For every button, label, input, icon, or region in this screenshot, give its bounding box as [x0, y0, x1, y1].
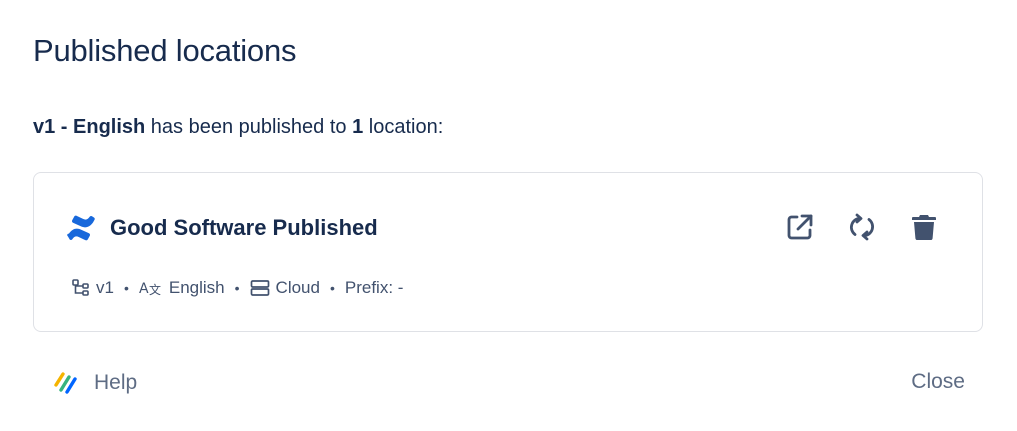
svg-text:文: 文 — [149, 282, 161, 297]
translate-icon: A 文 — [139, 279, 163, 297]
meta-version: v1 — [72, 278, 114, 298]
summary-end-text: location: — [363, 116, 444, 138]
delete-location-button[interactable] — [908, 211, 940, 243]
location-card: Good Software Published v1 • A 文 English… — [33, 172, 983, 332]
meta-platform: Cloud — [250, 278, 320, 298]
meta-separator: • — [123, 280, 129, 296]
published-locations-dialog: Published locations v1 - English has bee… — [0, 0, 1017, 431]
meta-version-label: v1 — [96, 278, 114, 297]
trash-icon — [912, 215, 936, 241]
external-link-icon — [787, 214, 813, 240]
meta-prefix: Prefix: - — [345, 278, 404, 298]
meta-separator: • — [329, 280, 335, 296]
location-meta: v1 • A 文 English • Cloud • Prefix: - — [72, 278, 403, 298]
location-name: Good Software Published — [110, 215, 378, 240]
meta-prefix-label: Prefix: - — [344, 278, 404, 297]
sync-location-button[interactable] — [846, 211, 878, 243]
meta-platform-label: Cloud — [275, 278, 320, 297]
meta-separator: • — [234, 280, 240, 296]
location-header: Good Software Published — [66, 213, 378, 243]
summary-count: 1 — [352, 116, 364, 138]
meta-language-label: English — [168, 278, 225, 297]
summary-version-language: v1 - English — [33, 116, 146, 138]
confluence-icon — [66, 213, 96, 243]
help-label: Help — [94, 371, 138, 394]
svg-text:A: A — [139, 281, 149, 297]
server-icon — [250, 279, 270, 297]
summary-middle-text: has been published to — [145, 116, 353, 138]
version-tree-icon — [72, 279, 90, 297]
open-location-button[interactable] — [784, 211, 816, 243]
close-button[interactable]: Close — [911, 370, 965, 394]
location-actions — [784, 211, 940, 243]
help-logo-icon — [54, 370, 80, 396]
dialog-title: Published locations — [33, 33, 297, 68]
sync-icon — [850, 213, 874, 241]
help-link[interactable]: Help — [54, 370, 137, 396]
meta-language: A 文 English — [139, 278, 225, 298]
publish-summary: v1 - English has been published to 1 loc… — [33, 116, 443, 139]
